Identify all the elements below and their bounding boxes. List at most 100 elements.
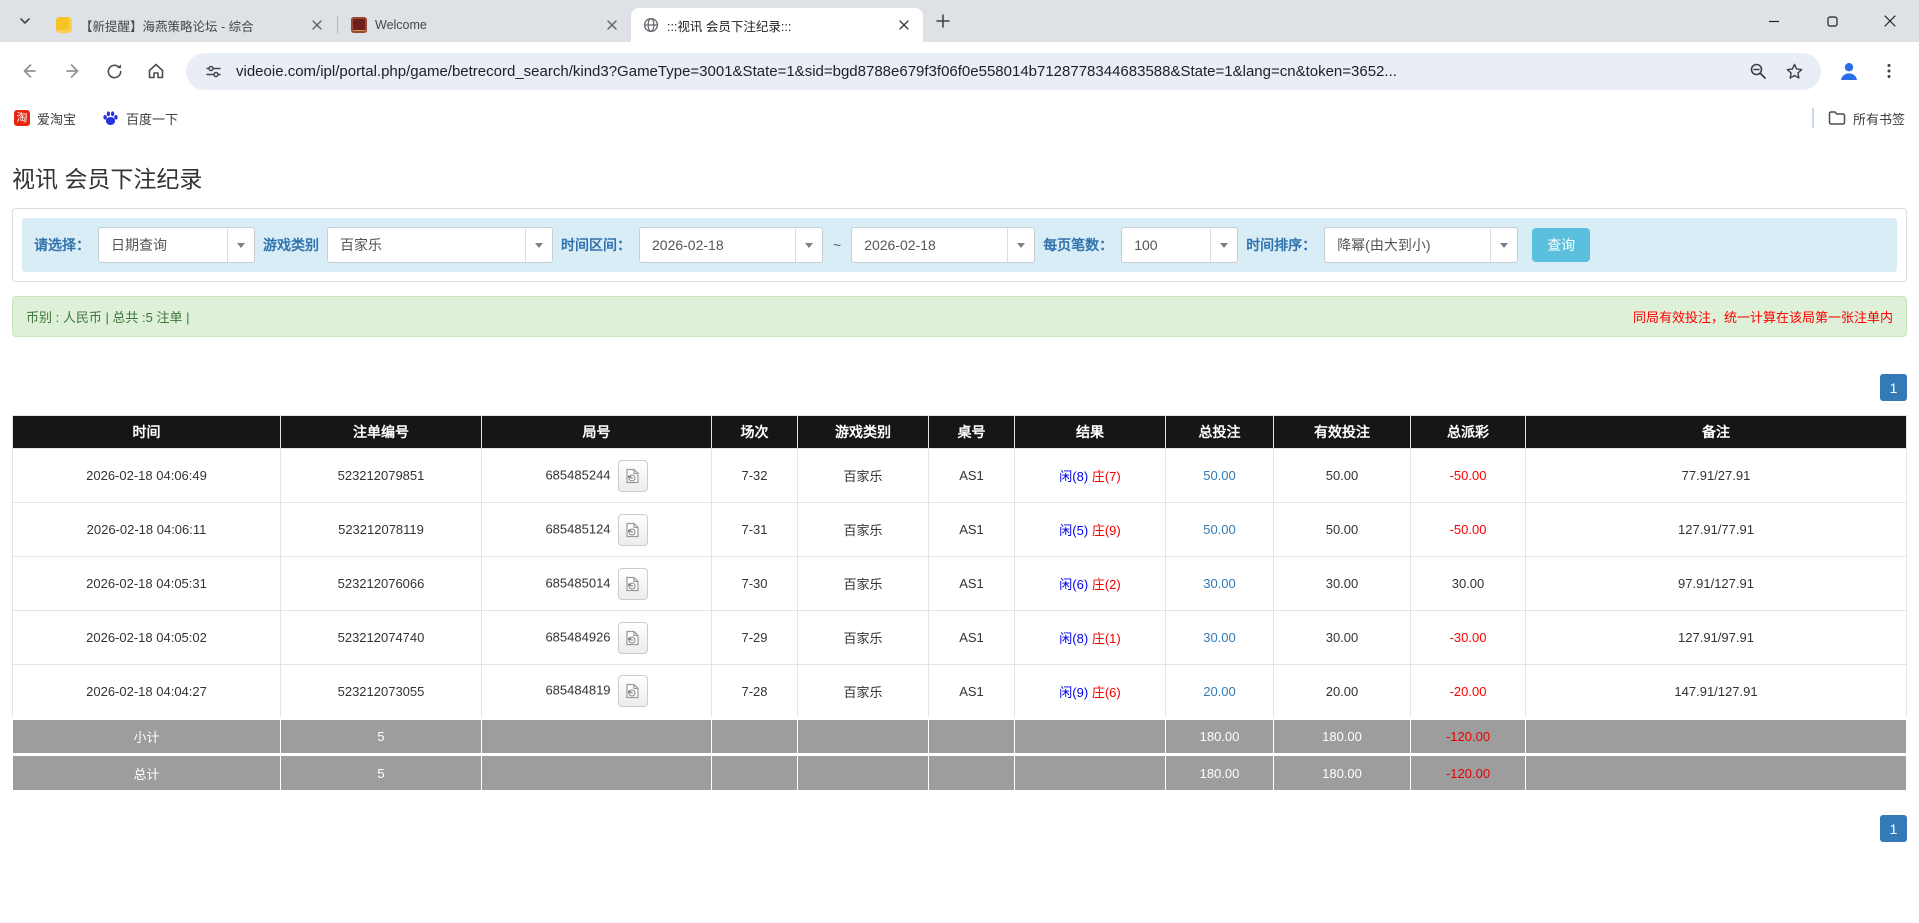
result-player: 闲(8) xyxy=(1059,469,1088,484)
page-1-button[interactable]: 1 xyxy=(1880,374,1907,401)
tab-close-icon[interactable] xyxy=(308,16,326,34)
cell-round: 685484819 xyxy=(482,665,712,719)
baidu-paw-icon xyxy=(102,110,119,127)
plus-icon xyxy=(936,14,950,28)
chevron-down-icon xyxy=(18,14,32,28)
forward-button[interactable] xyxy=(52,51,92,91)
cell-time: 2026-02-18 04:06:11 xyxy=(13,503,281,557)
tab-search-button[interactable] xyxy=(10,6,40,36)
time-sort-label: 时间排序： xyxy=(1246,235,1316,255)
close-window-button[interactable] xyxy=(1861,0,1919,42)
tab-bet-records[interactable]: :::视讯 会员下注纪录::: xyxy=(631,8,923,42)
home-button[interactable] xyxy=(136,51,176,91)
total-bet-link[interactable]: 50.00 xyxy=(1203,522,1236,537)
cell-result: 闲(9) 庄(6) xyxy=(1015,665,1166,719)
media-replay-button[interactable] xyxy=(618,675,648,707)
total-bet-link[interactable]: 20.00 xyxy=(1203,684,1236,699)
tab-title: Welcome xyxy=(375,18,595,32)
bookmark-star-icon[interactable] xyxy=(1781,58,1807,84)
col-header-total-bet: 总投注 xyxy=(1166,416,1274,449)
tab-strip: 【新提醒】海燕策略论坛 - 综合 Welcome :::视讯 会员下注纪录::: xyxy=(0,0,1919,42)
cell-total-bet: 20.00 xyxy=(1166,665,1274,719)
total-bet-link[interactable]: 30.00 xyxy=(1203,630,1236,645)
cell-round: 685485124 xyxy=(482,503,712,557)
cell-payout: -50.00 xyxy=(1411,449,1526,503)
filter-panel: 请选择： 日期查询 游戏类别 百家乐 时间区间： 2026-02-18 ~ 20… xyxy=(12,208,1907,282)
game-type-select[interactable]: 百家乐 xyxy=(327,227,553,263)
result-player: 闲(8) xyxy=(1059,631,1088,646)
date-to-value: 2026-02-18 xyxy=(852,237,1007,253)
date-from-select[interactable]: 2026-02-18 xyxy=(639,227,823,263)
maximize-button[interactable] xyxy=(1803,0,1861,42)
bookmark-aitaobao[interactable]: 淘 爱淘宝 xyxy=(14,109,76,128)
search-button[interactable]: 查询 xyxy=(1532,228,1590,262)
cell-session: 7-28 xyxy=(712,665,798,719)
url-text[interactable]: videoie.com/ipl/portal.php/game/betrecor… xyxy=(236,63,1735,80)
window-controls xyxy=(1745,0,1919,42)
col-header-remark: 备注 xyxy=(1526,416,1907,449)
page-size-select[interactable]: 100 xyxy=(1121,227,1238,263)
cell-valid-bet: 50.00 xyxy=(1274,449,1411,503)
date-to-select[interactable]: 2026-02-18 xyxy=(851,227,1035,263)
tab-forum[interactable]: 【新提醒】海燕策略论坛 - 综合 xyxy=(44,8,336,42)
all-bookmarks-button[interactable]: 所有书签 xyxy=(1828,109,1905,128)
pagination-top: 1 xyxy=(12,374,1907,401)
total-bet-link[interactable]: 30.00 xyxy=(1203,576,1236,591)
minimize-button[interactable] xyxy=(1745,0,1803,42)
profile-avatar-button[interactable] xyxy=(1831,53,1867,89)
media-replay-button[interactable] xyxy=(618,568,648,600)
three-dots-icon xyxy=(1881,63,1897,79)
cell-game-type: 百家乐 xyxy=(798,503,929,557)
page-size-value: 100 xyxy=(1122,237,1210,253)
address-bar[interactable]: videoie.com/ipl/portal.php/game/betrecor… xyxy=(186,53,1821,90)
summary-empty-cell xyxy=(798,755,929,791)
media-replay-button[interactable] xyxy=(618,514,648,546)
page-size-label: 每页笔数： xyxy=(1043,235,1113,255)
summary-empty-cell xyxy=(482,719,712,755)
tab-welcome[interactable]: Welcome xyxy=(339,8,631,42)
cell-payout: -30.00 xyxy=(1411,611,1526,665)
summary-empty-cell xyxy=(1526,719,1907,755)
media-replay-button[interactable] xyxy=(618,460,648,492)
media-replay-button[interactable] xyxy=(618,622,648,654)
summary-label: 小计 xyxy=(13,719,281,755)
forum-favicon-icon xyxy=(56,17,72,33)
col-header-result: 结果 xyxy=(1015,416,1166,449)
cell-bet-id: 523212073055 xyxy=(281,665,482,719)
bookmarks-divider xyxy=(1812,108,1814,128)
tab-title: 【新提醒】海燕策略论坛 - 综合 xyxy=(80,16,300,35)
close-icon xyxy=(1884,15,1896,27)
result-banker: 庄(9) xyxy=(1092,523,1121,538)
browser-menu-button[interactable] xyxy=(1869,51,1909,91)
cell-round: 685485014 xyxy=(482,557,712,611)
date-range-separator: ~ xyxy=(831,237,843,253)
person-icon xyxy=(1837,59,1861,83)
tab-close-icon[interactable] xyxy=(603,16,621,34)
query-mode-select[interactable]: 日期查询 xyxy=(98,227,255,263)
zoom-icon[interactable] xyxy=(1745,58,1771,84)
currency-summary: 币别 : 人民币 | 总共 :5 注单 | xyxy=(26,307,190,326)
cell-table-no: AS1 xyxy=(929,449,1015,503)
bookmark-baidu[interactable]: 百度一下 xyxy=(102,109,178,128)
total-bet-link[interactable]: 50.00 xyxy=(1203,468,1236,483)
cell-bet-id: 523212074740 xyxy=(281,611,482,665)
cell-valid-bet: 30.00 xyxy=(1274,557,1411,611)
page-1-button[interactable]: 1 xyxy=(1880,815,1907,842)
cell-result: 闲(6) 庄(2) xyxy=(1015,557,1166,611)
cell-table-no: AS1 xyxy=(929,503,1015,557)
media-replay-icon xyxy=(625,522,640,538)
time-sort-value: 降幂(由大到小) xyxy=(1325,235,1490,255)
reload-button[interactable] xyxy=(94,51,134,91)
media-replay-icon xyxy=(625,576,640,592)
cell-game-type: 百家乐 xyxy=(798,449,929,503)
summary-empty-cell xyxy=(712,755,798,791)
time-sort-select[interactable]: 降幂(由大到小) xyxy=(1324,227,1518,263)
summary-empty-cell xyxy=(1526,755,1907,791)
game-type-label: 游戏类别 xyxy=(263,235,319,255)
new-tab-button[interactable] xyxy=(929,7,957,35)
back-button[interactable] xyxy=(10,51,50,91)
tab-close-icon[interactable] xyxy=(895,16,913,34)
site-info-icon[interactable] xyxy=(200,58,226,84)
cell-session: 7-29 xyxy=(712,611,798,665)
bet-table-body: 2026-02-18 04:06:49523212079851685485244… xyxy=(13,449,1907,791)
